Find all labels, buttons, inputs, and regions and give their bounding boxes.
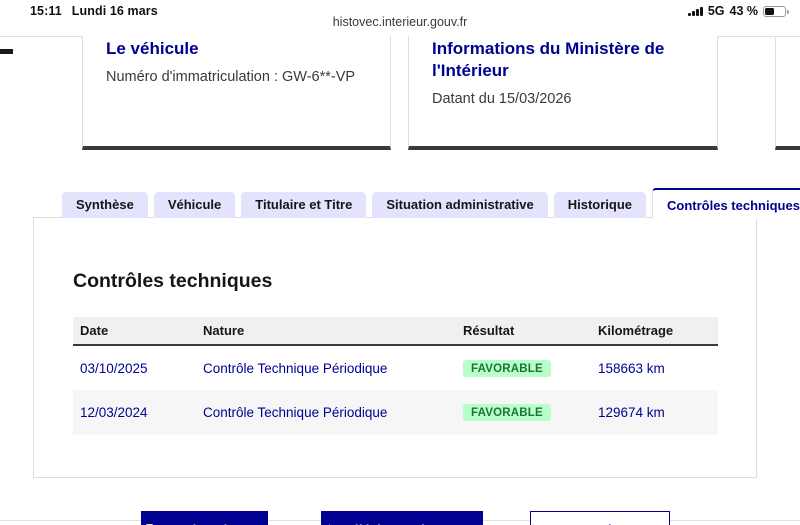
- card-vehicle: Le véhicule Numéro d'immatriculation : G…: [82, 36, 391, 150]
- table-row: 03/10/2025 Contrôle Technique Périodique…: [73, 345, 718, 390]
- print-csa-button[interactable]: Imprimer le CSA: [141, 511, 268, 525]
- cell-resultat: FAVORABLE: [456, 345, 591, 390]
- tab-titulaire-et-titre[interactable]: Titulaire et Titre: [241, 192, 367, 218]
- card-ministry-title: Informations du Ministère de l'Intérieur: [432, 39, 665, 81]
- cell-resultat: FAVORABLE: [456, 390, 591, 435]
- send-report-button[interactable]: Envoyer le rapport: [530, 511, 670, 525]
- column-header-date: Date: [73, 317, 196, 346]
- page-title: Contrôles techniques: [73, 270, 273, 292]
- tab-historique[interactable]: Historique: [553, 192, 647, 218]
- send-report-label: Envoyer le rapport: [553, 522, 668, 525]
- clipped-edge-element: [0, 49, 13, 54]
- tab-panel-controles-techniques: Contrôles techniques Date Nature Résulta…: [33, 217, 757, 478]
- cell-nature: Contrôle Technique Périodique: [203, 360, 388, 376]
- cell-nature: Contrôle Technique Périodique: [196, 390, 456, 435]
- download-report-label: Télécharger le rapport: [344, 522, 481, 525]
- column-header-kilometrage: Kilométrage: [591, 317, 718, 346]
- card-vehicle-title: Le véhicule: [106, 39, 199, 58]
- cell-date: 03/10/2025: [80, 360, 148, 376]
- table-row: 12/03/2024 Contrôle Technique Périodique…: [73, 390, 718, 435]
- card-vehicle-registration: Numéro d'immatriculation : GW-6**-VP: [106, 69, 356, 86]
- card-ministry-info: Informations du Ministère de l'Intérieur…: [408, 36, 718, 150]
- cell-date: 12/03/2024: [73, 390, 196, 435]
- url-bar[interactable]: histovec.interieur.gouv.fr: [0, 15, 800, 29]
- table-header-row: Date Nature Résultat Kilométrage: [73, 317, 718, 346]
- tab-situation-administrative[interactable]: Situation administrative: [372, 192, 548, 218]
- tab-synthese[interactable]: Synthèse: [62, 192, 148, 218]
- tab-controles-techniques[interactable]: Contrôles techniques: [652, 188, 800, 219]
- card-partial: [775, 36, 800, 150]
- inspections-table: Date Nature Résultat Kilométrage 03/10/2…: [73, 317, 718, 435]
- status-badge: FAVORABLE: [463, 359, 551, 377]
- column-header-resultat: Résultat: [456, 317, 591, 346]
- tab-vehicule[interactable]: Véhicule: [153, 192, 236, 218]
- card-ministry-date: Datant du 15/03/2026: [432, 91, 572, 108]
- print-csa-label: Imprimer le CSA: [164, 522, 265, 525]
- cell-kilometrage: 158663 km: [598, 360, 665, 376]
- download-report-button[interactable]: Télécharger le rapport: [321, 511, 483, 525]
- tab-bar: Synthèse Véhicule Titulaire et Titre Sit…: [62, 188, 800, 219]
- column-header-nature: Nature: [196, 317, 456, 346]
- cell-kilometrage: 129674 km: [591, 390, 718, 435]
- status-badge: FAVORABLE: [463, 404, 551, 421]
- divider: [0, 36, 82, 37]
